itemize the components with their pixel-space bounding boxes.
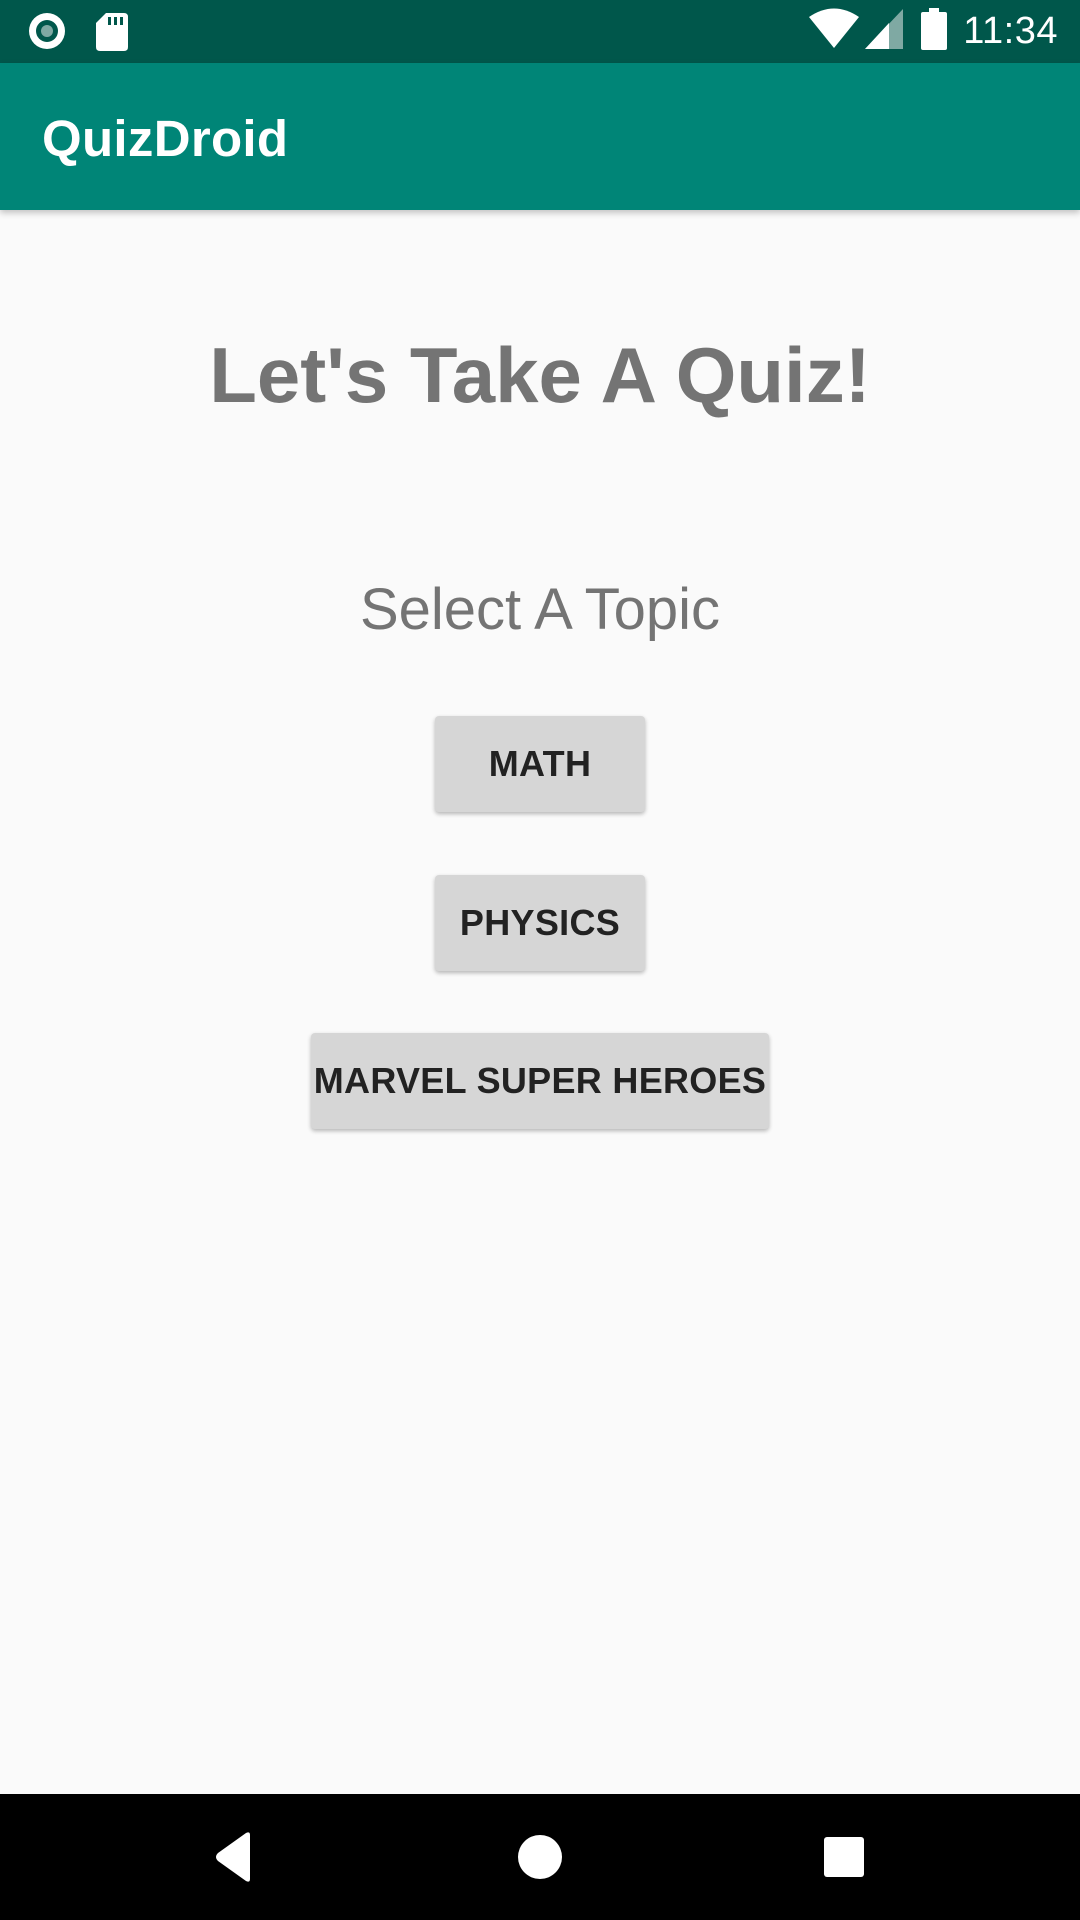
cell-signal-icon	[865, 9, 904, 54]
app-title: QuizDroid	[42, 110, 289, 167]
main-content: Let's Take A Quiz! Select A Topic MATH P…	[0, 210, 1080, 1794]
marvel-super-heroes-topic-button[interactable]: MARVEL SUPER HEROES	[311, 1033, 769, 1129]
record-icon	[26, 10, 68, 57]
select-topic-label: Select A Topic	[359, 577, 721, 642]
status-left-icons	[26, 10, 128, 57]
math-topic-button[interactable]: MATH	[435, 716, 645, 812]
battery-icon	[921, 8, 948, 55]
wifi-icon	[809, 8, 860, 55]
physics-topic-button[interactable]: PHYSICS	[435, 875, 645, 971]
home-icon[interactable]	[510, 1827, 570, 1887]
status-time: 11:34	[963, 10, 1058, 52]
status-right-icons: 11:34	[809, 8, 1058, 55]
sd-card-icon	[96, 11, 128, 56]
recents-icon[interactable]	[814, 1827, 874, 1887]
status-bar: 11:34	[0, 0, 1080, 63]
navigation-bar	[0, 1794, 1080, 1920]
app-bar: QuizDroid	[0, 63, 1080, 210]
page-headline: Let's Take A Quiz!	[209, 331, 871, 419]
back-icon[interactable]	[210, 1827, 270, 1887]
